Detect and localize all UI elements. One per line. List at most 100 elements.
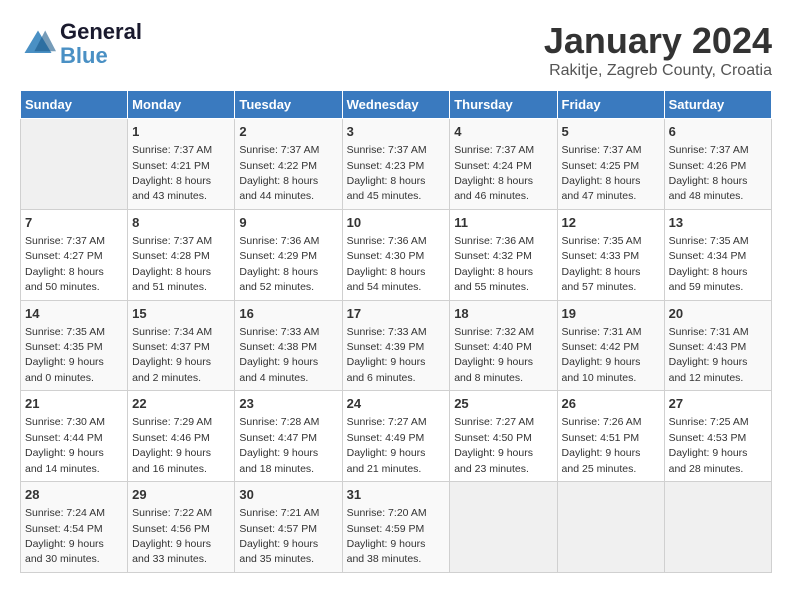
- calendar-week-4: 21 Sunrise: 7:30 AM Sunset: 4:44 PM Dayl…: [21, 391, 772, 482]
- day-daylight: Daylight: 9 hours and 4 minutes.: [239, 356, 318, 383]
- day-number: 24: [347, 395, 446, 413]
- day-sunrise: Sunrise: 7:33 AM: [239, 326, 319, 338]
- header-tuesday: Tuesday: [235, 91, 342, 119]
- day-daylight: Daylight: 9 hours and 10 minutes.: [562, 356, 641, 383]
- day-sunset: Sunset: 4:38 PM: [239, 341, 317, 353]
- day-sunset: Sunset: 4:32 PM: [454, 250, 532, 262]
- day-number: 17: [347, 305, 446, 323]
- calendar-cell: 10 Sunrise: 7:36 AM Sunset: 4:30 PM Dayl…: [342, 209, 450, 300]
- header-thursday: Thursday: [450, 91, 557, 119]
- calendar-cell: 27 Sunrise: 7:25 AM Sunset: 4:53 PM Dayl…: [664, 391, 771, 482]
- day-number: 31: [347, 486, 446, 504]
- day-daylight: Daylight: 9 hours and 28 minutes.: [669, 447, 748, 474]
- day-daylight: Daylight: 8 hours and 47 minutes.: [562, 175, 641, 202]
- calendar-cell: 20 Sunrise: 7:31 AM Sunset: 4:43 PM Dayl…: [664, 300, 771, 391]
- day-sunrise: Sunrise: 7:30 AM: [25, 416, 105, 428]
- calendar-cell: 4 Sunrise: 7:37 AM Sunset: 4:24 PM Dayli…: [450, 119, 557, 210]
- day-sunset: Sunset: 4:54 PM: [25, 523, 103, 535]
- day-number: 20: [669, 305, 767, 323]
- day-daylight: Daylight: 8 hours and 54 minutes.: [347, 266, 426, 293]
- day-daylight: Daylight: 9 hours and 30 minutes.: [25, 538, 104, 565]
- calendar-cell: 18 Sunrise: 7:32 AM Sunset: 4:40 PM Dayl…: [450, 300, 557, 391]
- day-number: 30: [239, 486, 337, 504]
- day-sunrise: Sunrise: 7:36 AM: [347, 235, 427, 247]
- calendar-cell: 15 Sunrise: 7:34 AM Sunset: 4:37 PM Dayl…: [128, 300, 235, 391]
- day-sunrise: Sunrise: 7:31 AM: [562, 326, 642, 338]
- day-sunrise: Sunrise: 7:26 AM: [562, 416, 642, 428]
- calendar-cell: [450, 482, 557, 573]
- day-daylight: Daylight: 9 hours and 12 minutes.: [669, 356, 748, 383]
- day-number: 10: [347, 214, 446, 232]
- calendar-cell: 28 Sunrise: 7:24 AM Sunset: 4:54 PM Dayl…: [21, 482, 128, 573]
- day-number: 22: [132, 395, 230, 413]
- logo-text: General Blue: [60, 20, 142, 68]
- day-daylight: Daylight: 9 hours and 25 minutes.: [562, 447, 641, 474]
- calendar-cell: 5 Sunrise: 7:37 AM Sunset: 4:25 PM Dayli…: [557, 119, 664, 210]
- calendar-cell: 6 Sunrise: 7:37 AM Sunset: 4:26 PM Dayli…: [664, 119, 771, 210]
- day-sunrise: Sunrise: 7:27 AM: [347, 416, 427, 428]
- day-sunset: Sunset: 4:28 PM: [132, 250, 210, 262]
- day-daylight: Daylight: 9 hours and 16 minutes.: [132, 447, 211, 474]
- calendar-cell: 2 Sunrise: 7:37 AM Sunset: 4:22 PM Dayli…: [235, 119, 342, 210]
- day-daylight: Daylight: 8 hours and 55 minutes.: [454, 266, 533, 293]
- calendar-cell: 22 Sunrise: 7:29 AM Sunset: 4:46 PM Dayl…: [128, 391, 235, 482]
- calendar-cell: [21, 119, 128, 210]
- day-daylight: Daylight: 8 hours and 46 minutes.: [454, 175, 533, 202]
- day-number: 15: [132, 305, 230, 323]
- day-sunset: Sunset: 4:49 PM: [347, 432, 425, 444]
- day-daylight: Daylight: 9 hours and 35 minutes.: [239, 538, 318, 565]
- day-number: 12: [562, 214, 660, 232]
- day-number: 23: [239, 395, 337, 413]
- day-sunset: Sunset: 4:59 PM: [347, 523, 425, 535]
- day-sunrise: Sunrise: 7:34 AM: [132, 326, 212, 338]
- logo-line2: Blue: [60, 44, 142, 68]
- calendar-cell: 30 Sunrise: 7:21 AM Sunset: 4:57 PM Dayl…: [235, 482, 342, 573]
- day-number: 18: [454, 305, 552, 323]
- day-number: 16: [239, 305, 337, 323]
- calendar-cell: 11 Sunrise: 7:36 AM Sunset: 4:32 PM Dayl…: [450, 209, 557, 300]
- day-sunrise: Sunrise: 7:37 AM: [239, 144, 319, 156]
- day-daylight: Daylight: 9 hours and 18 minutes.: [239, 447, 318, 474]
- calendar-cell: 17 Sunrise: 7:33 AM Sunset: 4:39 PM Dayl…: [342, 300, 450, 391]
- calendar-cell: 9 Sunrise: 7:36 AM Sunset: 4:29 PM Dayli…: [235, 209, 342, 300]
- day-sunrise: Sunrise: 7:36 AM: [239, 235, 319, 247]
- day-sunset: Sunset: 4:57 PM: [239, 523, 317, 535]
- logo-line1: General: [60, 20, 142, 44]
- day-sunset: Sunset: 4:26 PM: [669, 160, 747, 172]
- day-sunrise: Sunrise: 7:35 AM: [25, 326, 105, 338]
- day-number: 9: [239, 214, 337, 232]
- day-daylight: Daylight: 8 hours and 51 minutes.: [132, 266, 211, 293]
- day-sunrise: Sunrise: 7:25 AM: [669, 416, 749, 428]
- calendar-cell: [664, 482, 771, 573]
- calendar-cell: 1 Sunrise: 7:37 AM Sunset: 4:21 PM Dayli…: [128, 119, 235, 210]
- day-sunrise: Sunrise: 7:21 AM: [239, 507, 319, 519]
- day-sunrise: Sunrise: 7:37 AM: [132, 144, 212, 156]
- day-sunset: Sunset: 4:56 PM: [132, 523, 210, 535]
- day-sunset: Sunset: 4:23 PM: [347, 160, 425, 172]
- day-sunset: Sunset: 4:53 PM: [669, 432, 747, 444]
- day-daylight: Daylight: 8 hours and 50 minutes.: [25, 266, 104, 293]
- calendar-cell: 16 Sunrise: 7:33 AM Sunset: 4:38 PM Dayl…: [235, 300, 342, 391]
- day-sunrise: Sunrise: 7:37 AM: [562, 144, 642, 156]
- day-sunrise: Sunrise: 7:33 AM: [347, 326, 427, 338]
- day-number: 5: [562, 123, 660, 141]
- calendar-week-5: 28 Sunrise: 7:24 AM Sunset: 4:54 PM Dayl…: [21, 482, 772, 573]
- calendar-header-row: SundayMondayTuesdayWednesdayThursdayFrid…: [21, 91, 772, 119]
- day-sunset: Sunset: 4:40 PM: [454, 341, 532, 353]
- day-number: 28: [25, 486, 123, 504]
- day-sunset: Sunset: 4:22 PM: [239, 160, 317, 172]
- day-daylight: Daylight: 9 hours and 8 minutes.: [454, 356, 533, 383]
- day-daylight: Daylight: 9 hours and 6 minutes.: [347, 356, 426, 383]
- day-sunset: Sunset: 4:42 PM: [562, 341, 640, 353]
- logo: General Blue: [20, 20, 142, 68]
- day-daylight: Daylight: 9 hours and 23 minutes.: [454, 447, 533, 474]
- calendar-cell: 14 Sunrise: 7:35 AM Sunset: 4:35 PM Dayl…: [21, 300, 128, 391]
- page-header: General Blue January 2024 Rakitje, Zagre…: [20, 20, 772, 80]
- day-daylight: Daylight: 9 hours and 14 minutes.: [25, 447, 104, 474]
- day-sunset: Sunset: 4:37 PM: [132, 341, 210, 353]
- day-sunrise: Sunrise: 7:37 AM: [347, 144, 427, 156]
- day-sunset: Sunset: 4:47 PM: [239, 432, 317, 444]
- day-sunrise: Sunrise: 7:37 AM: [132, 235, 212, 247]
- day-number: 25: [454, 395, 552, 413]
- calendar-week-3: 14 Sunrise: 7:35 AM Sunset: 4:35 PM Dayl…: [21, 300, 772, 391]
